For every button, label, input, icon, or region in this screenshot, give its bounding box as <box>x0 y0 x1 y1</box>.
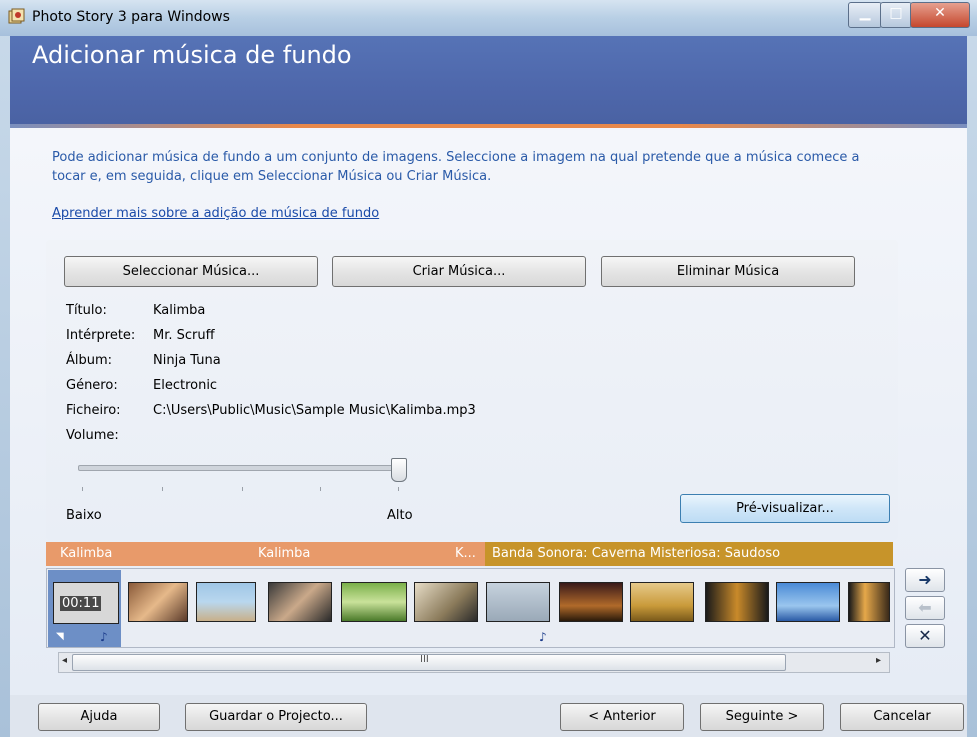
thumbnail[interactable] <box>705 582 769 622</box>
preview-button[interactable]: Pré-visualizar... <box>680 494 890 523</box>
slider-tick <box>82 487 83 491</box>
close-button[interactable]: ✕ <box>910 2 970 28</box>
slider-tick <box>398 487 399 491</box>
select-music-button[interactable]: Seleccionar Música... <box>64 256 318 287</box>
music-track-label: Kalimba <box>60 546 113 561</box>
music-note-icon: ♪ <box>539 630 547 644</box>
thumbnail[interactable] <box>486 582 550 622</box>
transition-icon: ◥ <box>56 631 64 642</box>
move-left-button[interactable]: ⬅ <box>905 596 945 620</box>
close-icon: ✕ <box>934 5 946 21</box>
thumbnail[interactable] <box>128 582 188 622</box>
next-button[interactable]: Seguinte > <box>700 703 824 731</box>
title-value: Kalimba <box>153 303 206 318</box>
help-button[interactable]: Ajuda <box>38 703 160 731</box>
music-note-icon: ♪ <box>100 630 108 644</box>
save-project-button[interactable]: Guardar o Projecto... <box>185 703 367 731</box>
arrow-right-icon: ➜ <box>918 570 932 589</box>
window-title: Photo Story 3 para Windows <box>32 9 230 25</box>
back-button[interactable]: < Anterior <box>560 703 684 731</box>
slider-tick <box>162 487 163 491</box>
maximize-icon: □ <box>889 5 903 21</box>
music-track-label: Banda Sonora: Caverna Misteriosa: Saudos… <box>492 546 781 561</box>
scrollbar-grip: III <box>420 654 429 665</box>
delete-x-icon: ✕ <box>918 626 932 645</box>
minimize-button[interactable]: ▁ <box>848 2 882 28</box>
volume-slider-thumb[interactable] <box>391 458 407 482</box>
thumbnail[interactable] <box>268 582 332 622</box>
album-label: Álbum: <box>66 353 113 368</box>
music-track-label: K... <box>455 546 476 561</box>
slider-tick <box>242 487 243 491</box>
cancel-button[interactable]: Cancelar <box>840 703 964 731</box>
artist-value: Mr. Scruff <box>153 328 215 343</box>
delete-image-button[interactable]: ✕ <box>905 624 945 648</box>
maximize-button[interactable]: □ <box>880 2 912 28</box>
learn-more-link[interactable]: Aprender mais sobre a adição de música d… <box>52 206 379 221</box>
genre-value: Electronic <box>153 378 218 393</box>
file-label: Ficheiro: <box>66 403 121 418</box>
page-title: Adicionar música de fundo <box>32 41 352 69</box>
minimize-icon: ▁ <box>859 5 871 21</box>
thumbnail[interactable] <box>196 582 256 622</box>
file-value: C:\Users\Public\Music\Sample Music\Kalim… <box>153 403 476 418</box>
volume-label: Volume: <box>66 428 119 443</box>
create-music-button[interactable]: Criar Música... <box>332 256 586 287</box>
remove-music-button[interactable]: Eliminar Música <box>601 256 855 287</box>
artist-label: Intérprete: <box>66 328 136 343</box>
scroll-left-arrow-icon[interactable]: ◂ <box>62 655 67 666</box>
filmstrip-scrollbar-thumb[interactable] <box>72 654 786 671</box>
intro-text: Pode adicionar música de fundo a um conj… <box>52 150 860 184</box>
thumbnail-time: 00:11 <box>60 596 102 611</box>
volume-slider-track[interactable] <box>78 465 402 471</box>
scroll-right-arrow-icon[interactable]: ▸ <box>876 655 881 666</box>
thumbnail[interactable] <box>630 582 694 622</box>
move-right-button[interactable]: ➜ <box>905 568 945 592</box>
slider-tick <box>320 487 321 491</box>
genre-label: Género: <box>66 378 118 393</box>
thumbnail[interactable] <box>341 582 407 622</box>
arrow-left-icon: ⬅ <box>918 598 932 617</box>
volume-low-label: Baixo <box>66 508 102 523</box>
title-label: Título: <box>66 303 107 318</box>
thumbnail[interactable] <box>414 582 478 622</box>
thumbnail[interactable] <box>848 582 890 622</box>
thumbnail[interactable] <box>776 582 840 622</box>
album-value: Ninja Tuna <box>153 353 221 368</box>
volume-high-label: Alto <box>387 508 413 523</box>
photo-story-app-icon <box>8 8 26 26</box>
music-track-label: Kalimba <box>258 546 311 561</box>
thumbnail[interactable] <box>559 582 623 622</box>
